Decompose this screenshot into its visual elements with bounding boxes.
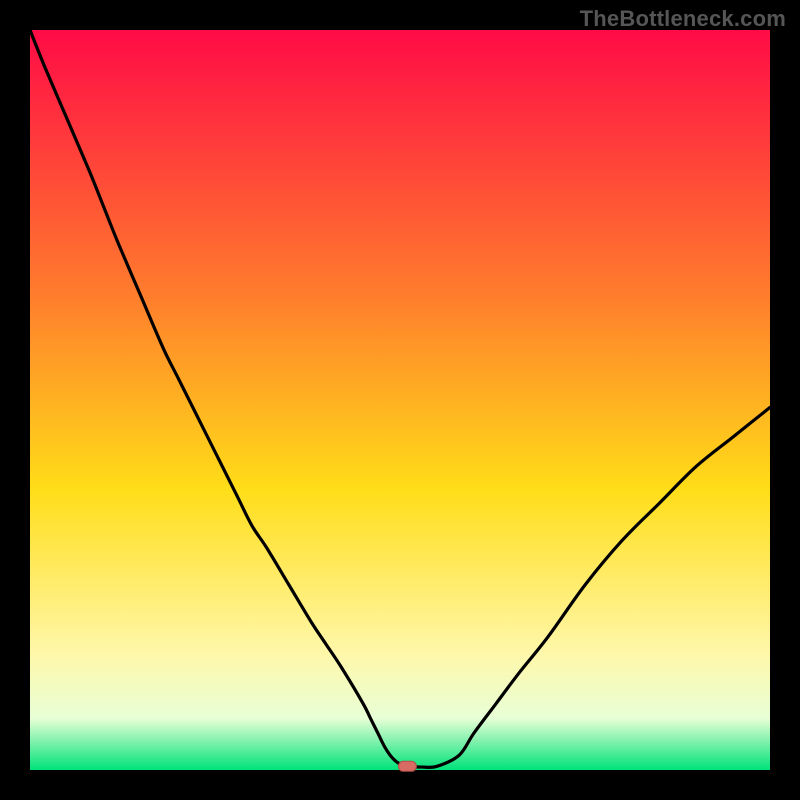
plot-background xyxy=(30,30,770,770)
chart-frame: { "watermark": "TheBottleneck.com", "col… xyxy=(0,0,800,800)
optimum-marker xyxy=(398,761,416,771)
bottleneck-chart xyxy=(0,0,800,800)
watermark-text: TheBottleneck.com xyxy=(580,6,786,32)
